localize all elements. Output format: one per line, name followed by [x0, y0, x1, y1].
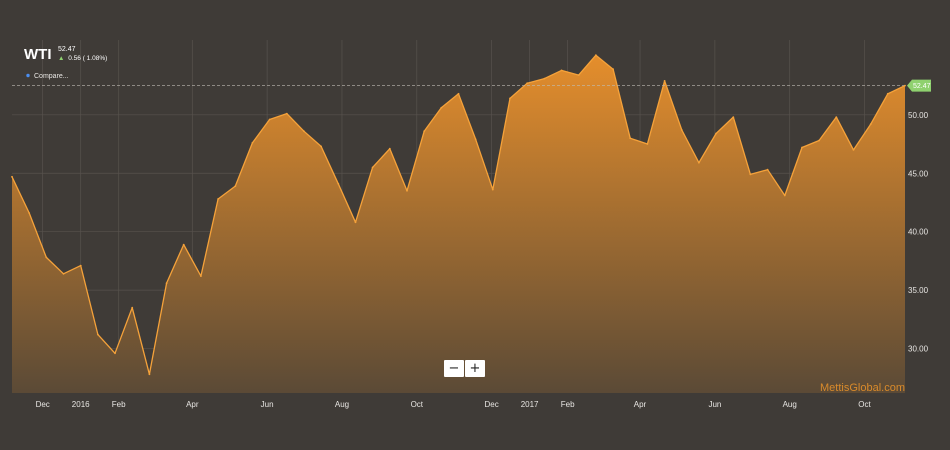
- x-tick-label: Dec: [484, 400, 498, 409]
- price-change-value: 0.56 ( 1.08%): [68, 55, 107, 62]
- data-point: [45, 256, 48, 259]
- data-point: [852, 149, 855, 151]
- x-tick-label: Jun: [261, 400, 274, 409]
- chart-header: WTI 52.47 ▲ 0.56 ( 1.08%) Compare...: [24, 46, 107, 80]
- x-tick-label: Apr: [186, 400, 199, 409]
- data-point: [646, 143, 649, 145]
- data-point: [285, 112, 288, 115]
- data-point: [320, 145, 322, 148]
- data-point: [595, 54, 597, 57]
- y-tick-label: 40.00: [908, 228, 929, 237]
- data-point: [148, 373, 151, 376]
- data-point: [577, 74, 580, 76]
- data-point: [663, 80, 666, 82]
- data-point: [526, 82, 529, 85]
- x-axis: Dec 2016 Feb Apr Jun Aug Oct Dec 2017 Feb Apr Jun Au…: [36, 400, 872, 409]
- zoom-in-button[interactable]: +: [465, 360, 485, 377]
- data-point: [200, 275, 202, 277]
- data-point: [904, 84, 906, 87]
- data-point: [783, 194, 786, 197]
- x-tick-label: Oct: [858, 400, 871, 409]
- x-tick-label: Aug: [783, 400, 797, 409]
- data-point: [869, 123, 872, 126]
- data-point: [303, 130, 305, 133]
- x-tick-label: Apr: [634, 400, 647, 409]
- x-tick-label: 2016: [72, 400, 90, 409]
- data-point: [818, 139, 820, 142]
- symbol-label: WTI: [24, 46, 52, 63]
- data-point: [698, 161, 700, 164]
- y-tick-label: 50.00: [908, 111, 929, 120]
- data-point: [509, 97, 511, 100]
- data-point: [749, 173, 752, 176]
- data-point: [629, 137, 632, 140]
- x-tick-label: Feb: [112, 400, 126, 409]
- data-point: [715, 132, 717, 135]
- data-point: [268, 118, 271, 121]
- data-point: [182, 243, 185, 246]
- x-tick-label: Oct: [411, 400, 424, 409]
- data-point: [131, 306, 134, 309]
- compare-dot-icon: [26, 73, 30, 78]
- data-point: [354, 221, 357, 224]
- data-point: [474, 138, 477, 141]
- zoom-out-button[interactable]: −: [444, 360, 464, 377]
- zoom-controls: − +: [444, 360, 485, 377]
- watermark: MettisGlobal.com: [820, 382, 905, 394]
- y-tick-label: 30.00: [908, 345, 929, 354]
- data-point: [217, 198, 220, 200]
- price-tag: 52.47: [907, 79, 931, 92]
- data-point: [371, 166, 374, 169]
- data-point: [491, 188, 494, 191]
- data-point: [801, 146, 803, 149]
- compare-button[interactable]: Compare...: [34, 73, 69, 80]
- x-tick-label: Feb: [561, 400, 575, 409]
- x-tick-label: 2017: [521, 400, 539, 409]
- data-point: [423, 130, 426, 133]
- wti-price-chart: 30.00 35.00 40.00 45.00 50.00 Dec 2016 Feb Apr J…: [11, 40, 931, 409]
- y-tick-label: 45.00: [908, 169, 929, 178]
- data-point: [28, 212, 31, 214]
- data-point: [732, 116, 735, 118]
- y-axis: 30.00 35.00 40.00 45.00 50.00: [908, 111, 929, 354]
- last-price: 52.47: [58, 46, 76, 53]
- price-change: ▲ 0.56 ( 1.08%): [58, 55, 107, 62]
- x-tick-label: Dec: [36, 400, 50, 409]
- data-point: [11, 175, 13, 178]
- data-point: [612, 68, 614, 71]
- data-point: [114, 352, 116, 355]
- data-point: [234, 185, 237, 188]
- price-tag-value: 52.47: [913, 83, 931, 90]
- data-point: [440, 106, 443, 109]
- up-arrow-icon: ▲: [58, 55, 64, 62]
- price-area-fill: [12, 55, 905, 393]
- data-point: [388, 147, 391, 150]
- data-point: [680, 129, 683, 131]
- data-point: [560, 69, 563, 72]
- data-point: [97, 333, 99, 336]
- data-point: [886, 92, 889, 95]
- data-point: [165, 282, 168, 284]
- data-point: [766, 168, 769, 171]
- data-point: [62, 272, 65, 275]
- data-point: [543, 77, 546, 80]
- data-point: [337, 182, 340, 185]
- data-point: [251, 142, 254, 144]
- data-point: [457, 92, 460, 95]
- y-tick-label: 35.00: [908, 286, 929, 295]
- x-tick-label: Aug: [335, 400, 349, 409]
- x-tick-label: Jun: [708, 400, 721, 409]
- data-point: [835, 116, 838, 118]
- data-point: [79, 264, 82, 267]
- data-point: [406, 189, 408, 192]
